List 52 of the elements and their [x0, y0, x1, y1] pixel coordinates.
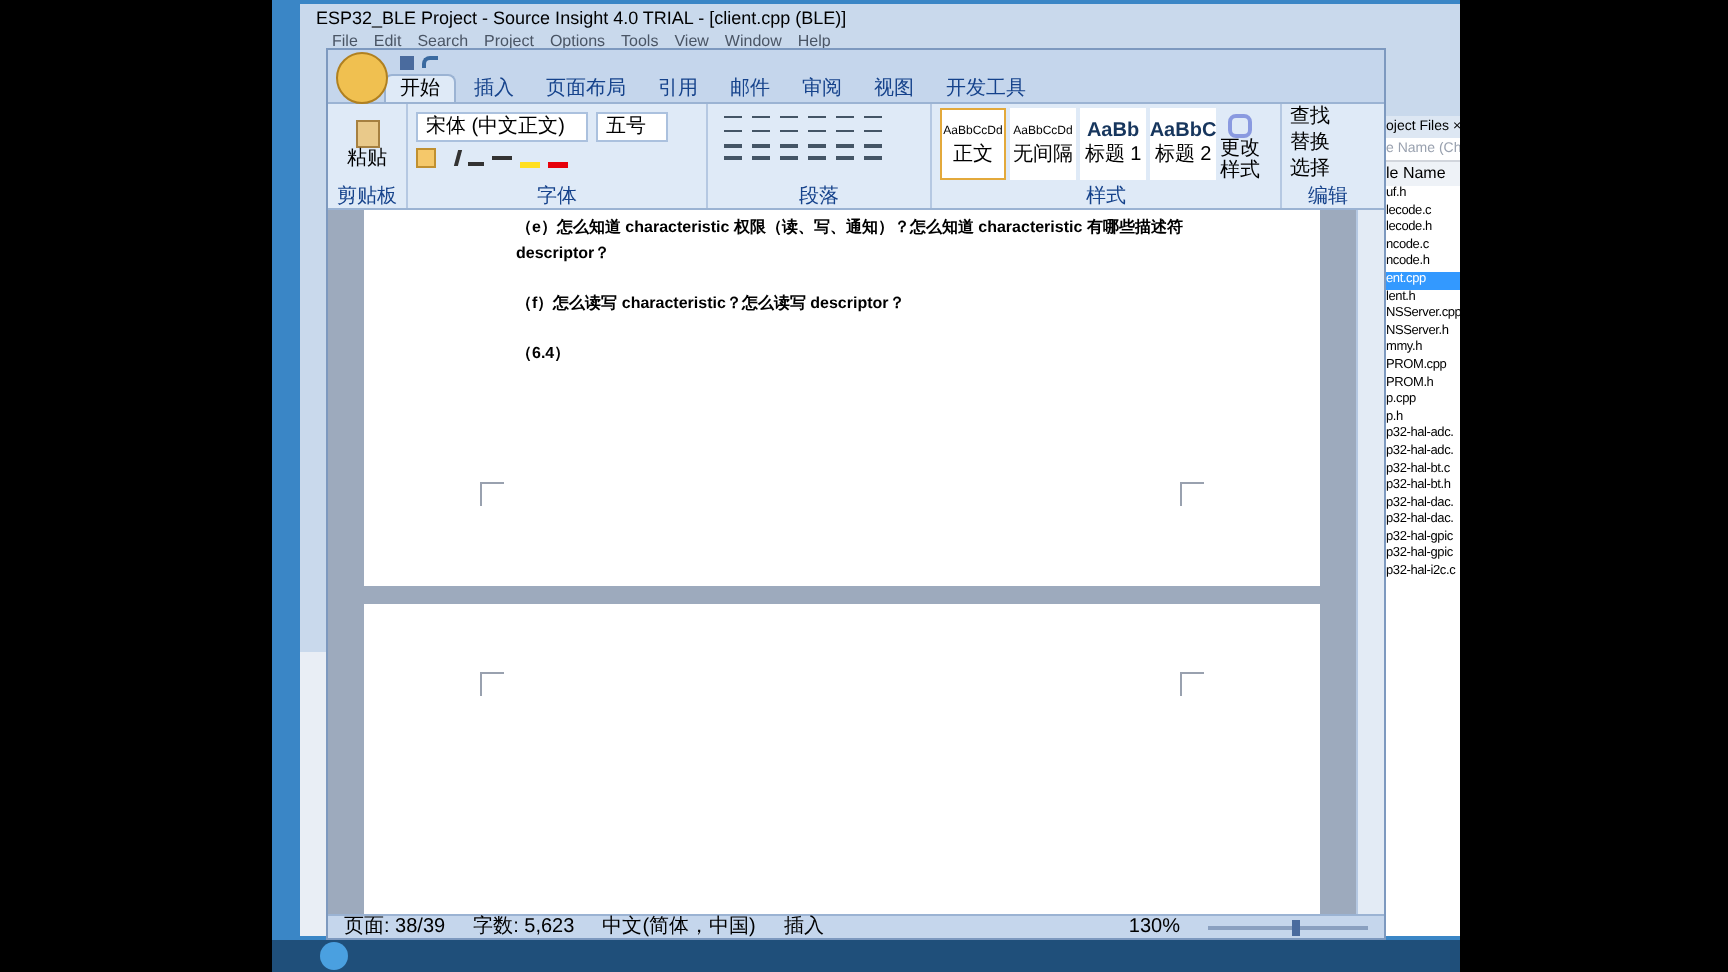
ribbon-tab[interactable]: 开发工具 [932, 76, 1040, 102]
crop-mark [480, 672, 504, 696]
ribbon-tab[interactable]: 视图 [860, 76, 928, 102]
menu-item[interactable]: Search [417, 34, 469, 50]
style-preset[interactable]: AaBb 标题 1 [1080, 108, 1146, 180]
ribbon-tab[interactable]: 插入 [460, 76, 528, 102]
column-header[interactable]: le Name [1386, 162, 1460, 186]
menu-item[interactable]: Help [797, 34, 831, 50]
ribbon-tab[interactable]: 引用 [644, 76, 712, 102]
paste-icon[interactable] [355, 120, 379, 148]
vertical-scrollbar[interactable] [1356, 210, 1384, 914]
save-icon[interactable] [400, 55, 414, 69]
crop-mark [480, 482, 504, 506]
change-styles-button[interactable]: 更改样式 [1220, 108, 1260, 186]
group-label: 编辑 [1306, 186, 1350, 208]
window-title: ESP32_BLE Project - Source Insight 4.0 TRIAL - [client.cpp (BLE)] [314, 6, 849, 32]
group-label: 剪贴板 [335, 186, 399, 208]
menu-item[interactable]: Edit [373, 34, 402, 50]
paste-button[interactable]: 粘贴 [347, 150, 387, 170]
font-size-dropdown[interactable]: 五号 [596, 112, 668, 142]
menu-item[interactable]: Options [549, 34, 606, 50]
group-label: 样式 [1084, 186, 1128, 208]
menu-item[interactable]: View [674, 34, 709, 50]
ribbon-tab[interactable]: 邮件 [716, 76, 784, 102]
document-paragraph: （6.4） [516, 342, 573, 366]
menu-item[interactable]: Window [724, 34, 782, 50]
ribbon-tab[interactable]: 开始 [384, 74, 456, 102]
start-icon[interactable] [320, 942, 348, 970]
page-count[interactable]: 页面: 38/39 [344, 916, 446, 938]
document-paragraph: （e）怎么知道 characteristic 权限（读、写、通知）？怎么知道 characteristic 有哪些描述符 descriptor？ [516, 216, 1185, 266]
group-label: 字体 [535, 186, 579, 208]
crop-mark [1180, 672, 1204, 696]
crop-mark [1180, 482, 1204, 506]
undo-icon[interactable] [422, 56, 438, 68]
zoom-level[interactable]: 130% [1128, 916, 1180, 938]
menu-item[interactable]: Tools [621, 34, 659, 50]
editing-command[interactable]: 选择 [1290, 156, 1374, 182]
change-styles-icon [1228, 113, 1252, 137]
style-preset[interactable]: AaBbC 标题 2 [1150, 108, 1216, 180]
ribbon-tab[interactable]: 审阅 [788, 76, 856, 102]
editing-command[interactable]: 替换 [1290, 130, 1374, 156]
word-count[interactable]: 字数: 5,623 [473, 916, 575, 938]
group-label: 段落 [797, 186, 841, 208]
editing-command[interactable]: 查找 [1290, 104, 1374, 130]
insert-mode[interactable]: 插入 [783, 916, 824, 938]
font-dropdown[interactable]: 宋体 (中文正文) [416, 112, 588, 142]
language-status[interactable]: 中文(简体，中国) [602, 916, 756, 938]
menu-item[interactable]: Project [484, 34, 534, 50]
zoom-thumb[interactable] [1291, 919, 1300, 935]
document-paragraph: （f）怎么读写 characteristic？怎么读写 descriptor？ [516, 292, 907, 316]
ribbon-tab[interactable]: 页面布局 [532, 76, 640, 102]
menu-item[interactable]: File [332, 34, 358, 50]
